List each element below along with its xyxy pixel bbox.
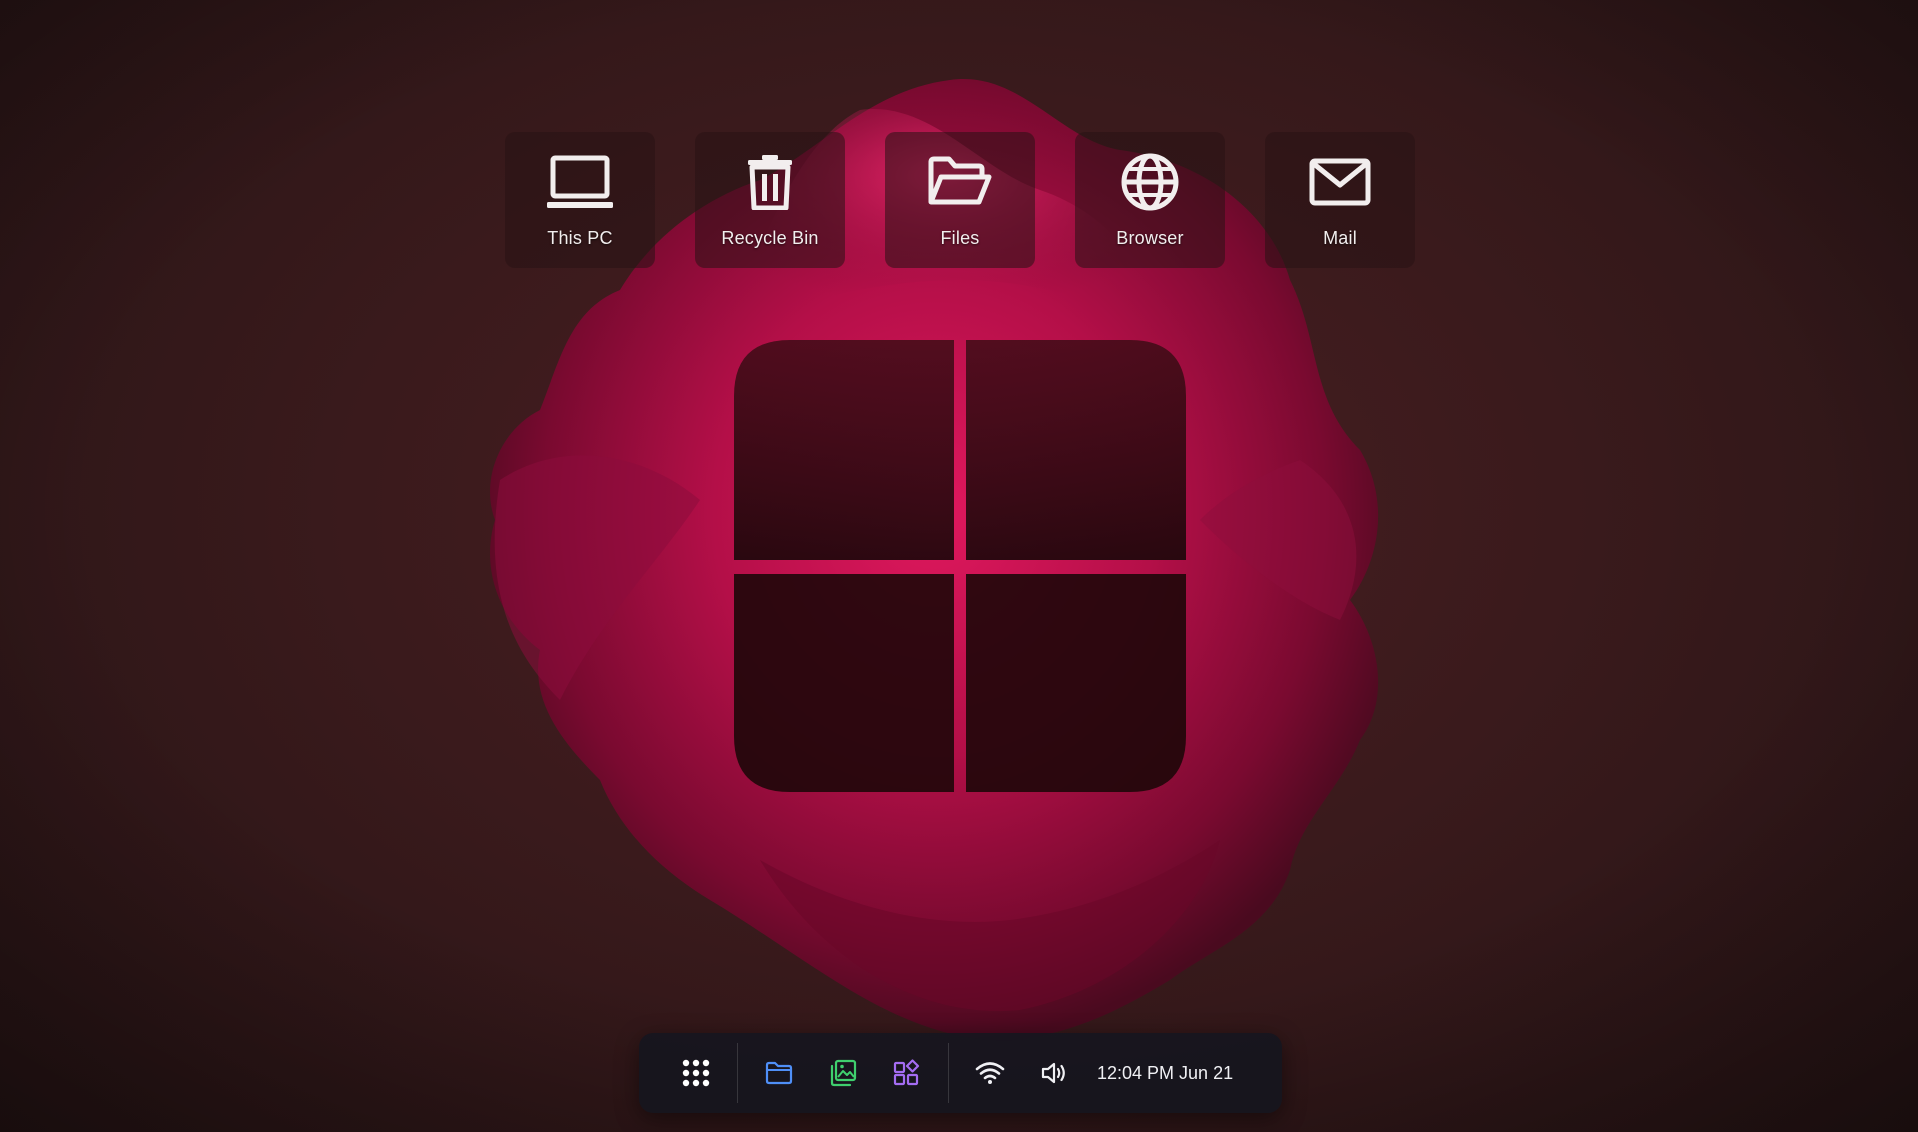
- mail-icon: [1307, 152, 1373, 212]
- taskbar-gallery-button[interactable]: [822, 1052, 864, 1094]
- desktop-icon-mail[interactable]: Mail: [1265, 132, 1415, 268]
- taskbar-separator: [948, 1043, 949, 1103]
- widgets-icon: [893, 1059, 920, 1086]
- gallery-icon: [830, 1059, 857, 1087]
- desktop-icon-files[interactable]: Files: [885, 132, 1035, 268]
- desktop-icon-label: Files: [940, 228, 980, 248]
- wifi-button[interactable]: [969, 1052, 1011, 1094]
- desktop-icon-browser[interactable]: Browser: [1075, 132, 1225, 268]
- desktop-icon-label: Mail: [1323, 228, 1357, 248]
- desktop-icon-label: Recycle Bin: [721, 228, 819, 248]
- desktop-icon-recycle-bin[interactable]: Recycle Bin: [695, 132, 845, 268]
- wifi-icon: [975, 1062, 1005, 1084]
- volume-button[interactable]: [1033, 1052, 1075, 1094]
- taskbar: 12:04 PM Jun 21: [639, 1033, 1282, 1113]
- clock[interactable]: 12:04 PM Jun 21: [1097, 1063, 1233, 1084]
- volume-icon: [1041, 1062, 1065, 1084]
- trash-icon: [737, 152, 803, 212]
- desktop-icon-label: This PC: [547, 228, 613, 248]
- start-button[interactable]: [675, 1052, 717, 1094]
- desktop[interactable]: This PC Recycle Bin Files Browser Mail 1…: [0, 0, 1918, 1132]
- taskbar-widgets-button[interactable]: [886, 1052, 928, 1094]
- desktop-icons: This PC Recycle Bin Files Browser Mail: [505, 132, 1415, 268]
- taskbar-separator: [737, 1043, 738, 1103]
- folder-icon: [765, 1061, 793, 1085]
- globe-icon: [1117, 152, 1183, 212]
- desktop-icon-label: Browser: [1116, 228, 1184, 248]
- desktop-icon-this-pc[interactable]: This PC: [505, 132, 655, 268]
- app-grid-icon: [682, 1059, 710, 1087]
- laptop-icon: [547, 152, 613, 212]
- taskbar-files-button[interactable]: [758, 1052, 800, 1094]
- folder-open-icon: [927, 152, 993, 212]
